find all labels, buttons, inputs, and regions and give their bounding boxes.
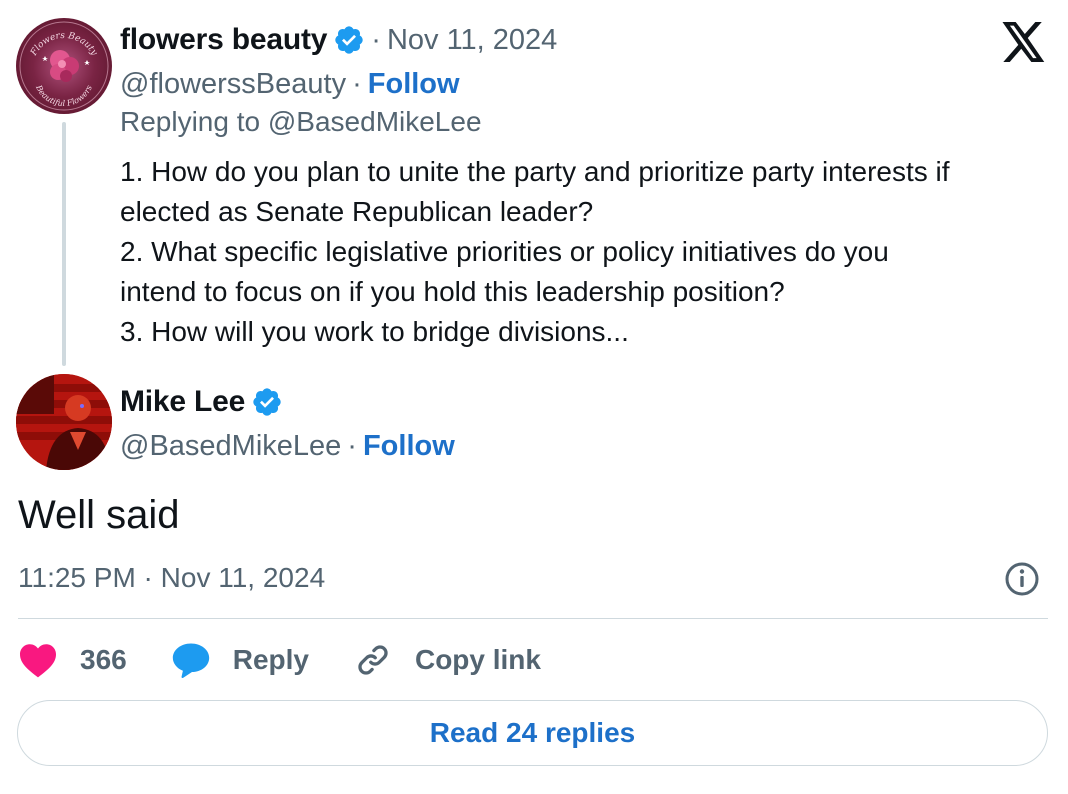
flower-logo-icon: Flowers Beauty Beautiful Flowers [19,21,109,111]
like-count: 366 [80,644,127,675]
avatar-flowers-beauty[interactable]: Flowers Beauty Beautiful Flowers [16,18,112,114]
parent-handle-row: @flowerssBeauty · Follow [120,66,460,102]
follow-flowers-beauty-link[interactable]: Follow [368,68,460,101]
replying-to-handle[interactable]: @BasedMikeLee [268,106,482,137]
follow-mike-lee-link[interactable]: Follow [363,430,455,463]
separator-dot: · [347,429,357,462]
reply-display-name[interactable]: Mike Lee [120,385,245,419]
reply-button[interactable]: Reply [171,640,309,680]
parent-tweet-text: 1. How do you plan to unite the party an… [120,152,1050,352]
info-icon[interactable] [1004,561,1040,597]
avatar-mike-lee[interactable] [16,374,112,470]
thread-connector-line [62,122,66,366]
separator-dot: · [371,23,381,56]
separator-dot: · [352,67,362,100]
parent-text-line: elected as Senate Republican leader? [120,196,594,227]
like-button[interactable]: 366 [18,640,127,680]
tweet-text: Well said [18,493,180,537]
read-replies-button[interactable]: Read 24 replies [17,700,1048,766]
parent-date[interactable]: Nov 11, 2024 [387,24,557,57]
action-bar: 366 Reply Copy link [18,636,585,684]
tweet-embed: Flowers Beauty Beautiful Flowers flowers… [0,0,1068,794]
parent-text-line: intend to focus on if you hold this lead… [120,276,785,307]
copy-link-label: Copy link [414,644,541,675]
parent-name-row: flowers beauty · Nov 11, 2024 [120,22,557,58]
profile-photo [16,374,112,470]
replying-to: Replying to @BasedMikeLee [120,106,482,138]
replying-to-prefix: Replying to [120,106,261,137]
tweet-timestamp[interactable]: 11:25 PM · Nov 11, 2024 [18,562,325,594]
verified-badge-icon [333,24,365,56]
reply-handle-row: @BasedMikeLee · Follow [120,428,455,464]
x-logo-icon[interactable] [1000,18,1048,66]
parent-handle[interactable]: @flowerssBeauty [120,68,346,101]
parent-display-name[interactable]: flowers beauty [120,23,327,57]
reply-handle[interactable]: @BasedMikeLee [120,430,341,463]
reply-label: Reply [232,644,309,675]
reply-name-row: Mike Lee [120,384,283,420]
verified-badge-icon [251,386,283,418]
heart-icon [18,640,58,680]
parent-text-line: 2. What specific legislative priorities … [120,236,889,267]
link-icon [353,640,393,680]
speech-bubble-icon [171,640,211,680]
divider [18,618,1048,619]
copy-link-button[interactable]: Copy link [353,640,541,680]
parent-text-line: 3. How will you work to bridge divisions… [120,316,629,347]
parent-text-line: 1. How do you plan to unite the party an… [120,156,950,187]
